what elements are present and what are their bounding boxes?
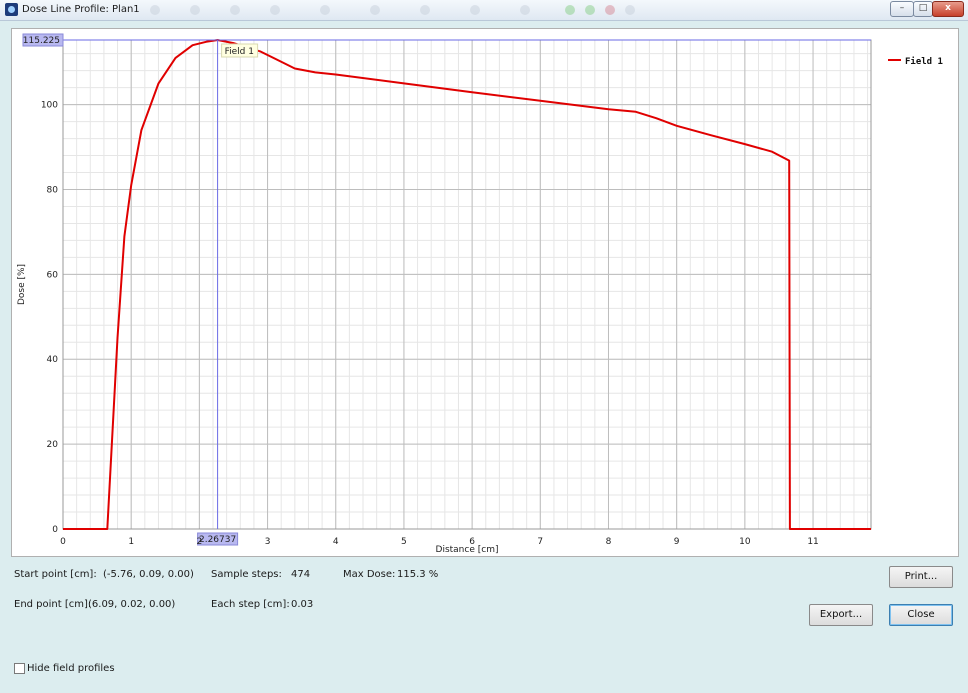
hide-field-profiles-checkbox[interactable] bbox=[14, 663, 25, 674]
grid-minor bbox=[62, 40, 871, 530]
x-tick-label: 10 bbox=[739, 537, 751, 547]
ghost-toolbar-icon bbox=[605, 5, 615, 15]
ghost-toolbar-icon bbox=[370, 5, 380, 15]
ghost-toolbar-icon bbox=[190, 5, 200, 15]
export-button[interactable]: Export... bbox=[809, 604, 873, 626]
title-bar: Dose Line Profile: Plan1 – □ x bbox=[0, 0, 968, 21]
x-tick-label: 11 bbox=[807, 537, 818, 547]
x-tick-label: 3 bbox=[265, 537, 271, 547]
y-tick-label: 100 bbox=[41, 101, 58, 111]
legend-entry: Field 1 bbox=[905, 56, 943, 67]
end-point-label: End point [cm]: bbox=[14, 599, 92, 610]
window-close-button[interactable]: x bbox=[932, 1, 964, 17]
minimize-button[interactable]: – bbox=[890, 1, 914, 17]
sample-steps-label: Sample steps: bbox=[211, 569, 282, 580]
ticks: 0 1 2 3 4 5 6 7 8 9 10 11020406080100 bbox=[41, 101, 819, 547]
x-axis-label: Distance [cm] bbox=[436, 545, 499, 555]
tooltip-text: Field 1 bbox=[225, 47, 254, 57]
ghost-toolbar-icon bbox=[420, 5, 430, 15]
y-tick-label: 40 bbox=[47, 355, 59, 365]
x-tick-label: 9 bbox=[674, 537, 680, 547]
ghost-toolbar-icon bbox=[150, 5, 160, 15]
ghost-toolbar-icon bbox=[520, 5, 530, 15]
series-line-field-1 bbox=[63, 39, 871, 530]
y-axis-label: Dose [%] bbox=[17, 264, 27, 305]
sample-steps-value: 474 bbox=[291, 569, 311, 580]
each-step-value: 0.03 bbox=[291, 599, 314, 610]
hide-field-profiles-label: Hide field profiles bbox=[27, 663, 115, 674]
x-tick-label: 4 bbox=[333, 537, 339, 547]
print-button[interactable]: Print... bbox=[889, 566, 953, 588]
ghost-toolbar-icon bbox=[585, 5, 595, 15]
x-tick-label: 8 bbox=[606, 537, 612, 547]
x-tick-label: 2 bbox=[197, 537, 203, 547]
each-step-label: Each step [cm]: bbox=[211, 599, 290, 610]
y-tick-label: 0 bbox=[52, 525, 58, 535]
ghost-toolbar-icon bbox=[625, 5, 635, 15]
window-title: Dose Line Profile: Plan1 bbox=[22, 4, 140, 15]
axes bbox=[62, 39, 872, 530]
close-button[interactable]: Close bbox=[889, 604, 953, 626]
start-point-label: Start point [cm]: bbox=[14, 569, 97, 580]
max-dose-value: 115.3 % bbox=[397, 569, 439, 580]
max-dose-label: Max Dose: bbox=[343, 569, 396, 580]
legend: Field 1 bbox=[888, 56, 943, 67]
dose-profile-chart[interactable]: 115.225 2.26737 Field 1 0 1 2 3 4 5 6 7 8 9 10 11 0 20 4… bbox=[11, 28, 959, 557]
cursor-x-readout: 2.26737 bbox=[199, 535, 236, 545]
ghost-toolbar-icon bbox=[320, 5, 330, 15]
cursor-y-readout: 115.225 bbox=[23, 36, 60, 46]
end-point-value: (6.09, 0.02, 0.00) bbox=[88, 599, 176, 610]
x-tick-label: 0 bbox=[60, 537, 66, 547]
ghost-toolbar-icon bbox=[270, 5, 280, 15]
series-layer bbox=[63, 39, 871, 530]
y-tick-label: 60 bbox=[47, 270, 59, 280]
start-point-value: (-5.76, 0.09, 0.00) bbox=[103, 569, 194, 580]
ghost-toolbar-icon bbox=[565, 5, 575, 15]
y-tick-label: 80 bbox=[47, 185, 59, 195]
plot-frame bbox=[62, 39, 872, 530]
maximize-button[interactable]: □ bbox=[913, 1, 933, 17]
ghost-toolbar-icon bbox=[230, 5, 240, 15]
chart-svg: 115.2252.26737Field 1 0 1 2 3 4 5 6 7 8 9 10 110204… bbox=[17, 33, 943, 555]
y-tick-label: 20 bbox=[47, 440, 59, 450]
cursor-layer: 115.225 2.26737 Field 1 bbox=[22, 33, 871, 546]
x-tick-label: 1 bbox=[128, 537, 134, 547]
x-tick-label: 5 bbox=[401, 537, 407, 547]
ghost-toolbar-icon bbox=[470, 5, 480, 15]
x-tick-label: 7 bbox=[537, 537, 543, 547]
grid-major bbox=[62, 40, 871, 530]
app-icon bbox=[5, 3, 18, 16]
